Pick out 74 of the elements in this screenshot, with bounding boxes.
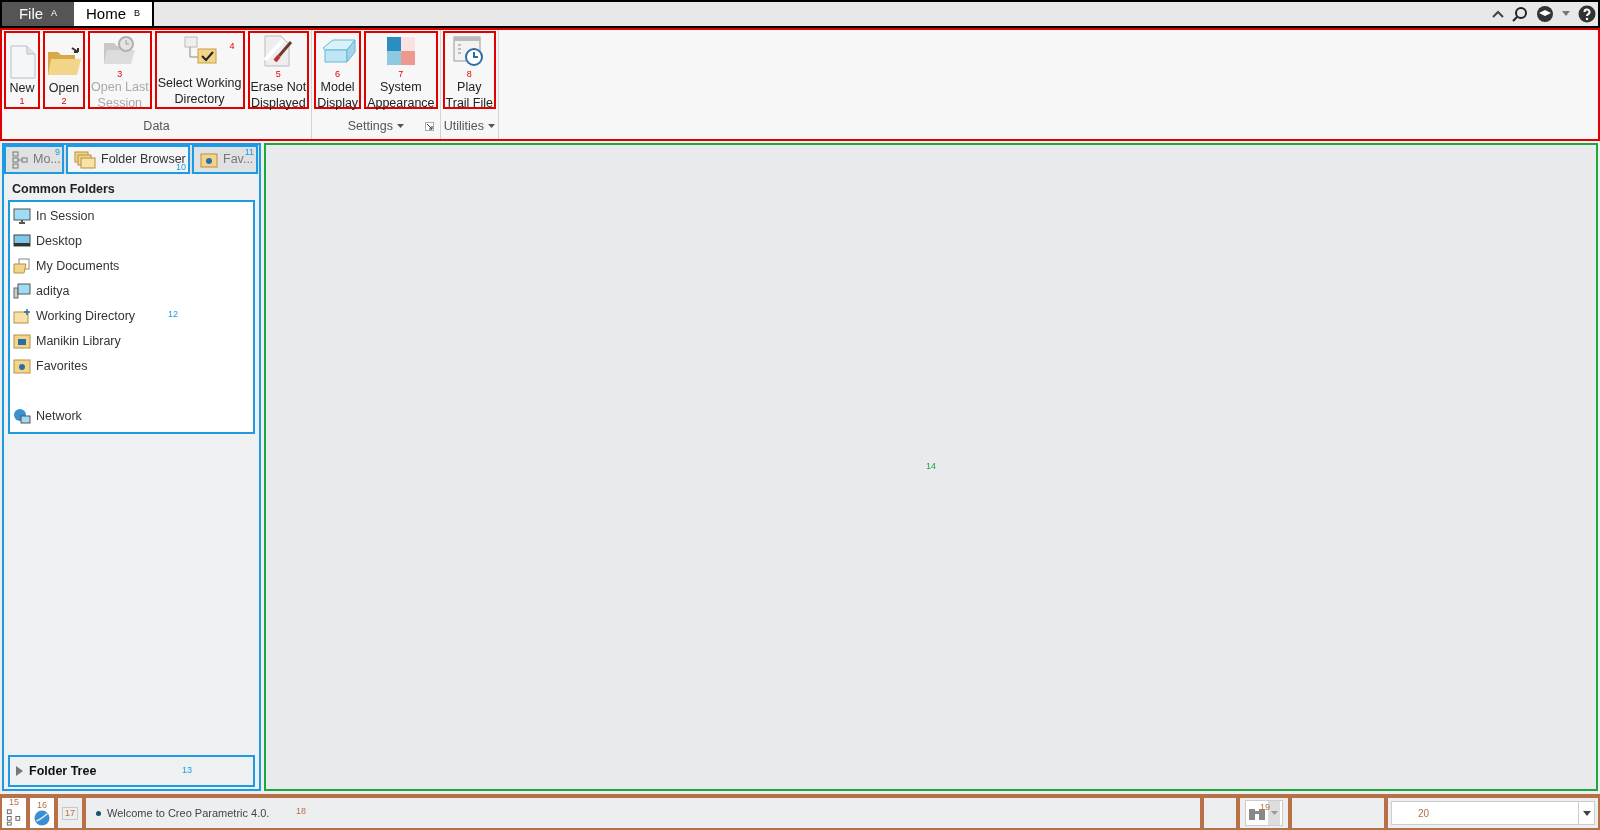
annotation-number: 14 — [926, 460, 936, 474]
folder-item[interactable]: Favorites — [10, 353, 91, 379]
tree-icon — [12, 150, 28, 169]
search-icon[interactable] — [1512, 6, 1528, 22]
navigator-tab[interactable]: Mo...9 — [4, 145, 64, 174]
status-message: Welcome to Creo Parametric 4.0. — [107, 805, 270, 821]
file-tab[interactable]: File A — [2, 2, 74, 26]
ribbon-button[interactable]: 6 Model Display — [314, 31, 362, 109]
folder-tree-header[interactable]: Folder Tree 13 — [8, 755, 255, 787]
document-folder-icon — [13, 258, 31, 275]
folder-item[interactable]: Working Directory — [10, 303, 139, 329]
annotation-number: 16 — [37, 801, 47, 810]
browser-toggle-button[interactable]: 16 — [28, 796, 56, 830]
folder-item[interactable]: aditya — [10, 278, 73, 304]
ribbon-button[interactable]: 8 Play Trail File — [442, 31, 496, 109]
desktop-icon — [13, 233, 31, 250]
annotation-number: 8 — [466, 69, 472, 79]
ribbon-tab[interactable]: Home B — [74, 2, 154, 26]
dropdown-caret-icon — [487, 124, 495, 129]
annotation-number: 4 — [229, 41, 235, 51]
ribbon-button[interactable]: New 1 — [4, 31, 40, 109]
annotation-number: 18 — [296, 805, 306, 818]
computer-icon — [13, 283, 31, 300]
annotation-number: 12 — [168, 307, 178, 321]
ribbon-button[interactable]: 5 Erase Not Displayed — [247, 31, 310, 109]
globe-monitor-icon — [13, 408, 31, 425]
dropdown-caret-icon — [1582, 810, 1591, 816]
annotation-number: 1 — [19, 96, 25, 106]
folder-box-icon — [13, 333, 31, 350]
dropdown-caret-icon[interactable] — [1562, 11, 1570, 17]
group-label: Data — [143, 118, 170, 136]
expand-triangle-icon — [16, 766, 23, 776]
annotation-number: 3 — [117, 69, 123, 79]
key-tip: B — [134, 7, 140, 21]
section-heading: Common Folders — [11, 181, 116, 198]
annotation-number: 15 — [9, 798, 19, 807]
annotation-number: 9 — [55, 148, 60, 157]
dropdown-caret-icon — [1270, 810, 1278, 816]
globe-icon — [34, 810, 50, 826]
ribbon-button[interactable]: Open 2 — [43, 31, 85, 109]
annotation-number: 13 — [182, 764, 192, 778]
collapse-caret-icon[interactable] — [1492, 10, 1504, 18]
page-icon — [7, 44, 37, 80]
tree-icon — [5, 807, 23, 826]
folder-item[interactable]: Desktop — [10, 228, 85, 254]
annotation-number: 19 — [1260, 801, 1270, 814]
folders-icon — [74, 150, 96, 169]
bullet-icon — [96, 810, 101, 816]
tree-toggle-button[interactable]: 15 — [0, 796, 28, 830]
folder-sparkle-icon — [13, 308, 31, 325]
launcher-icon[interactable] — [424, 122, 434, 131]
annotation-number: 5 — [275, 69, 281, 79]
annotation-number: 10 — [176, 163, 186, 172]
filter-dropdown[interactable]: 20 — [1391, 801, 1595, 825]
monitor-icon — [13, 208, 31, 225]
annotation-number: 17 — [62, 806, 78, 820]
dropdown-caret-icon — [396, 124, 404, 129]
group-label[interactable]: Utilities — [443, 117, 495, 136]
folder-item[interactable]: In Session — [10, 203, 98, 229]
group-label[interactable]: Settings — [347, 117, 404, 136]
annotation-number: 20 — [1417, 806, 1431, 821]
folder-item[interactable]: Manikin Library — [10, 328, 124, 354]
folder-item[interactable]: My Documents — [10, 253, 123, 279]
help-icon[interactable] — [1578, 5, 1596, 23]
annotation-number: 7 — [398, 69, 404, 79]
key-tip: A — [51, 7, 58, 21]
ribbon-button[interactable]: 4 Select Working Directory — [154, 31, 245, 109]
folder-item[interactable]: Network — [10, 403, 85, 429]
ribbon-button[interactable]: 7 System Appearance — [364, 31, 438, 109]
navigator-tab[interactable]: Folder Browser 10 — [66, 145, 190, 174]
annotation-number: 2 — [61, 96, 67, 106]
status-box[interactable]: 17 — [56, 796, 84, 830]
annotation-number: 6 — [335, 69, 341, 79]
annotation-number: 11 — [244, 148, 254, 157]
